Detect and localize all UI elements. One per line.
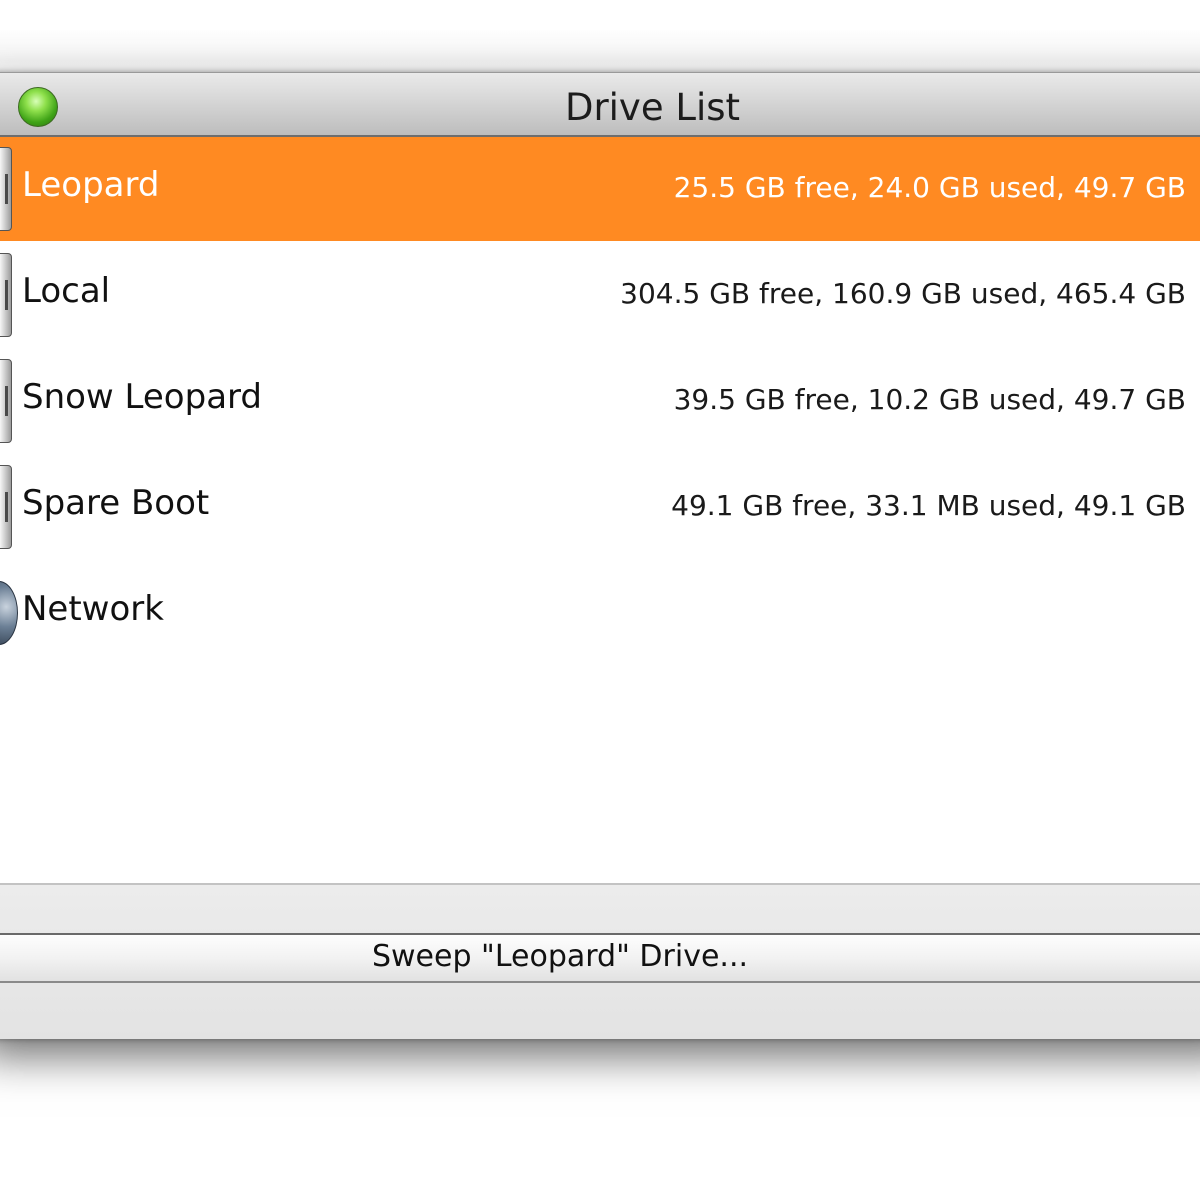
drive-row-leopard[interactable]: Leopard 25.5 GB free, 24.0 GB used, 49.7… bbox=[0, 137, 1200, 241]
hard-disk-icon bbox=[0, 359, 12, 443]
drive-usage: 304.5 GB free, 160.9 GB used, 465.4 GB bbox=[620, 277, 1186, 310]
network-globe-icon bbox=[0, 581, 18, 645]
hard-disk-icon bbox=[0, 253, 12, 337]
sweep-drive-button[interactable]: Sweep "Leopard" Drive... bbox=[0, 933, 1200, 983]
drive-usage: 25.5 GB free, 24.0 GB used, 49.7 GB bbox=[673, 171, 1186, 204]
bottom-toolbar: Sweep "Leopard" Drive... bbox=[0, 883, 1200, 1039]
hard-disk-icon bbox=[0, 147, 12, 231]
drive-list-window: Drive List Leopard 25.5 GB free, 24.0 GB… bbox=[0, 72, 1200, 1039]
drive-list: Leopard 25.5 GB free, 24.0 GB used, 49.7… bbox=[0, 137, 1200, 883]
drive-usage: 39.5 GB free, 10.2 GB used, 49.7 GB bbox=[673, 383, 1186, 416]
drive-name: Network bbox=[22, 589, 164, 629]
drive-row-network[interactable]: Network bbox=[0, 561, 1200, 665]
drive-row-snow-leopard[interactable]: Snow Leopard 39.5 GB free, 10.2 GB used,… bbox=[0, 349, 1200, 453]
screen: Drive List Leopard 25.5 GB free, 24.0 GB… bbox=[0, 0, 1200, 1200]
drive-name: Leopard bbox=[22, 165, 160, 205]
drive-usage: 49.1 GB free, 33.1 MB used, 49.1 GB bbox=[671, 489, 1186, 522]
title-bar[interactable]: Drive List bbox=[0, 73, 1200, 137]
hard-disk-icon bbox=[0, 465, 12, 549]
drive-row-local[interactable]: Local 304.5 GB free, 160.9 GB used, 465.… bbox=[0, 243, 1200, 347]
drive-name: Snow Leopard bbox=[22, 377, 262, 417]
drive-name: Spare Boot bbox=[22, 483, 210, 523]
drive-name: Local bbox=[22, 271, 111, 311]
window-title: Drive List bbox=[564, 86, 741, 129]
drive-row-spare-boot[interactable]: Spare Boot 49.1 GB free, 33.1 MB used, 4… bbox=[0, 455, 1200, 559]
